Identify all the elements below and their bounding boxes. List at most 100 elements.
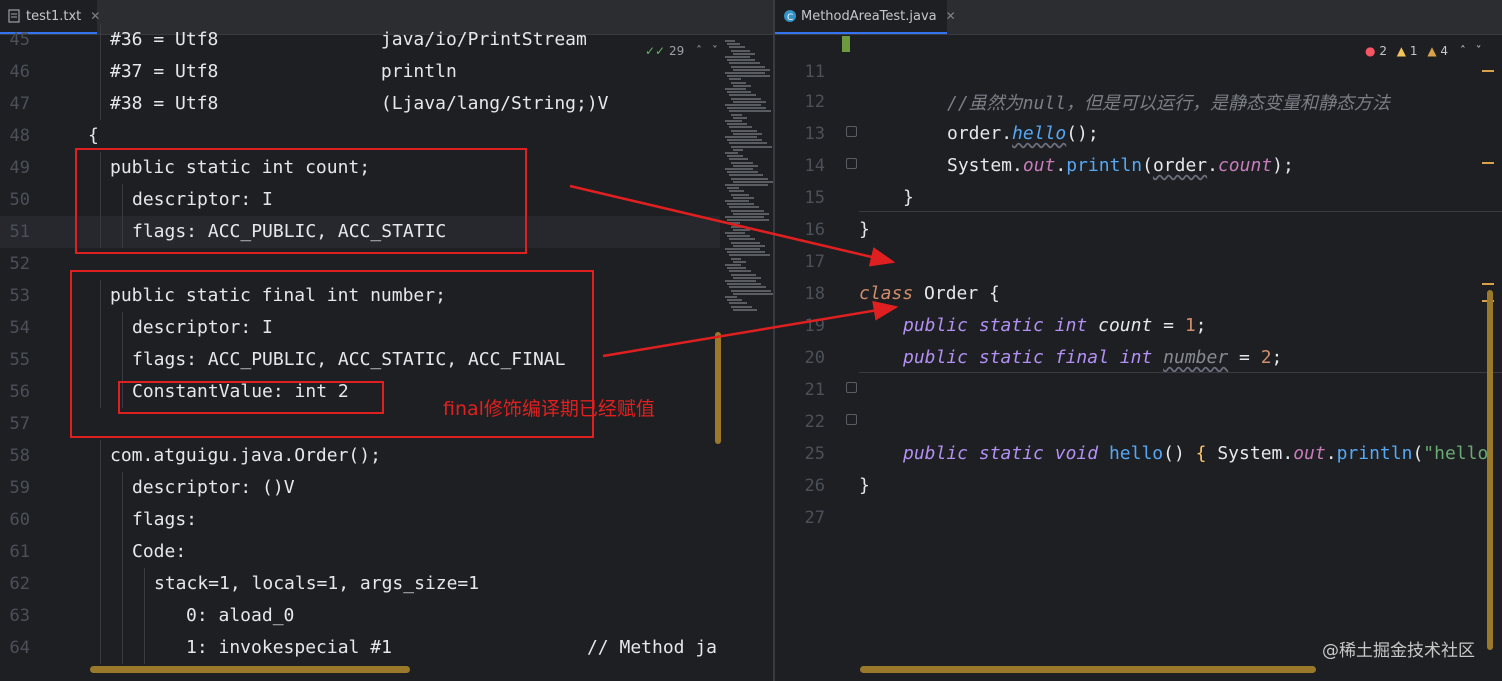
minimap-line — [733, 84, 751, 87]
chevron-down-icon[interactable]: ˇ — [712, 44, 718, 58]
code-line-59: 59 descriptor: ()V — [0, 472, 720, 504]
code-line-12: 12 order.hello(); — [804, 92, 1099, 144]
minimap-line — [731, 81, 746, 84]
code-text: 0: aload_0 — [186, 605, 295, 626]
code-line-22: 22 public static void hello() { System.o… — [804, 412, 1489, 464]
line-number: 59 — [9, 478, 30, 498]
minimap-line — [727, 171, 758, 174]
indent-guide — [122, 568, 123, 600]
minimap-line — [725, 280, 756, 282]
indent-guide — [100, 472, 101, 504]
minimap-line — [731, 97, 761, 100]
minimap[interactable] — [723, 40, 773, 320]
minimap-line — [731, 49, 750, 52]
change-marker — [842, 36, 850, 52]
fold-icon[interactable] — [846, 158, 857, 169]
minimap-line — [727, 75, 770, 78]
indent-guide — [122, 600, 123, 632]
close-icon[interactable]: ✕ — [90, 9, 100, 23]
line-number: 52 — [9, 254, 30, 274]
watermark: @稀土掘金技术社区 — [1322, 641, 1475, 661]
close-icon[interactable]: ✕ — [946, 9, 956, 23]
left-editor-pane: test1.txt ✕ 45 #36 = Utf8 java/io/PrintSt… — [0, 0, 773, 681]
right-vertical-scrollbar[interactable] — [1487, 290, 1493, 650]
code-line-46: 46 #37 = Utf8 println — [0, 56, 720, 88]
warning-icon: ▲ — [1396, 44, 1407, 58]
inspection-widget[interactable]: ✓✓ 29 ˆ ˇ — [645, 44, 718, 58]
minimap-line — [731, 305, 752, 308]
left-vertical-scrollbar[interactable] — [715, 332, 721, 444]
chevron-up-icon[interactable]: ˆ — [1460, 44, 1466, 58]
tab-title: MethodAreaTest.java — [801, 8, 937, 24]
minimap-line — [729, 286, 766, 289]
minimap-line — [729, 222, 740, 225]
minimap-line — [727, 59, 755, 62]
indent-guide — [122, 536, 123, 568]
code-line-64: 64 1: invokespecial #1 // Method ja — [0, 632, 720, 664]
indent-guide — [144, 600, 145, 632]
code-line-62: 62 stack=1, locals=1, args_size=1 — [0, 568, 720, 600]
minimap-line — [733, 196, 754, 199]
code-line-27: 27 — [804, 508, 825, 528]
chevron-down-icon[interactable]: ˇ — [1476, 44, 1482, 58]
minimap-line — [729, 254, 770, 257]
code-line-60: 60 flags: — [0, 504, 720, 536]
minimap-line — [733, 308, 757, 311]
minimap-line — [725, 72, 765, 74]
minimap-line — [725, 248, 760, 250]
method-separator — [859, 372, 1502, 373]
indent-guide — [100, 56, 101, 88]
code-text: #36 = Utf8 java/io/PrintStream — [110, 29, 587, 50]
text-file-icon — [8, 9, 20, 23]
minimap-line — [725, 136, 757, 138]
minimap-line — [729, 174, 763, 177]
indent-guide — [122, 632, 123, 664]
minimap-line — [727, 139, 762, 142]
code-text: flags: — [132, 509, 198, 530]
minimap-line — [729, 94, 756, 97]
error-stripe-marker[interactable] — [1482, 162, 1494, 164]
minimap-line — [733, 132, 762, 135]
line-number: 63 — [9, 606, 30, 626]
minimap-line — [727, 155, 743, 158]
code-line-45: 45 #36 = Utf8 java/io/PrintStream — [0, 24, 720, 56]
error-stripe-marker[interactable] — [1482, 283, 1494, 285]
code-line-63: 63 0: aload_0 — [0, 600, 720, 632]
minimap-line — [725, 104, 761, 106]
minimap-line — [727, 267, 746, 270]
minimap-line — [725, 56, 750, 58]
line-number: 61 — [9, 542, 30, 562]
minimap-line — [733, 244, 765, 247]
error-stripe-marker[interactable] — [1482, 70, 1494, 72]
line-number: 57 — [9, 414, 30, 434]
line-number: 51 — [9, 222, 30, 242]
minimap-line — [729, 238, 755, 241]
minimap-line — [731, 113, 742, 116]
inspection-widget[interactable]: ● 2 ▲ 1 ▲ 4 ˆ ˇ — [1365, 44, 1482, 58]
minimap-line — [733, 212, 769, 215]
code-line-19: 19 public static final int number = 2; — [804, 316, 1283, 368]
minimap-line — [733, 148, 743, 151]
code-text: stack=1, locals=1, args_size=1 — [154, 573, 480, 594]
indent-guide — [122, 472, 123, 504]
left-horizontal-scrollbar[interactable] — [90, 666, 410, 673]
fold-icon[interactable] — [846, 126, 857, 137]
code-line-13: 13 System.out.println(order.count); — [804, 124, 1294, 176]
chevron-up-icon[interactable]: ˆ — [696, 44, 702, 58]
minimap-line — [733, 68, 770, 71]
minimap-line — [729, 206, 759, 209]
weak-warning-icon: ▲ — [1427, 44, 1437, 58]
line-number: 64 — [9, 638, 30, 658]
minimap-line — [733, 292, 773, 295]
line-number: 49 — [9, 158, 30, 178]
indent-guide — [100, 568, 101, 600]
fold-icon[interactable] — [846, 382, 857, 393]
fold-icon[interactable] — [846, 414, 857, 425]
error-icon: ● — [1365, 44, 1376, 58]
code-line-15: 15 } — [804, 188, 870, 240]
minimap-line — [725, 232, 745, 234]
right-code-area[interactable]: 11 //虽然为null，但是可以运行，是静态变量和静态方法 12 order.… — [775, 34, 1502, 681]
minimap-line — [733, 260, 746, 263]
right-horizontal-scrollbar[interactable] — [860, 666, 1316, 673]
right-editor-pane: C MethodAreaTest.java ✕ 11 //虽然为null，但是可… — [775, 0, 1502, 681]
